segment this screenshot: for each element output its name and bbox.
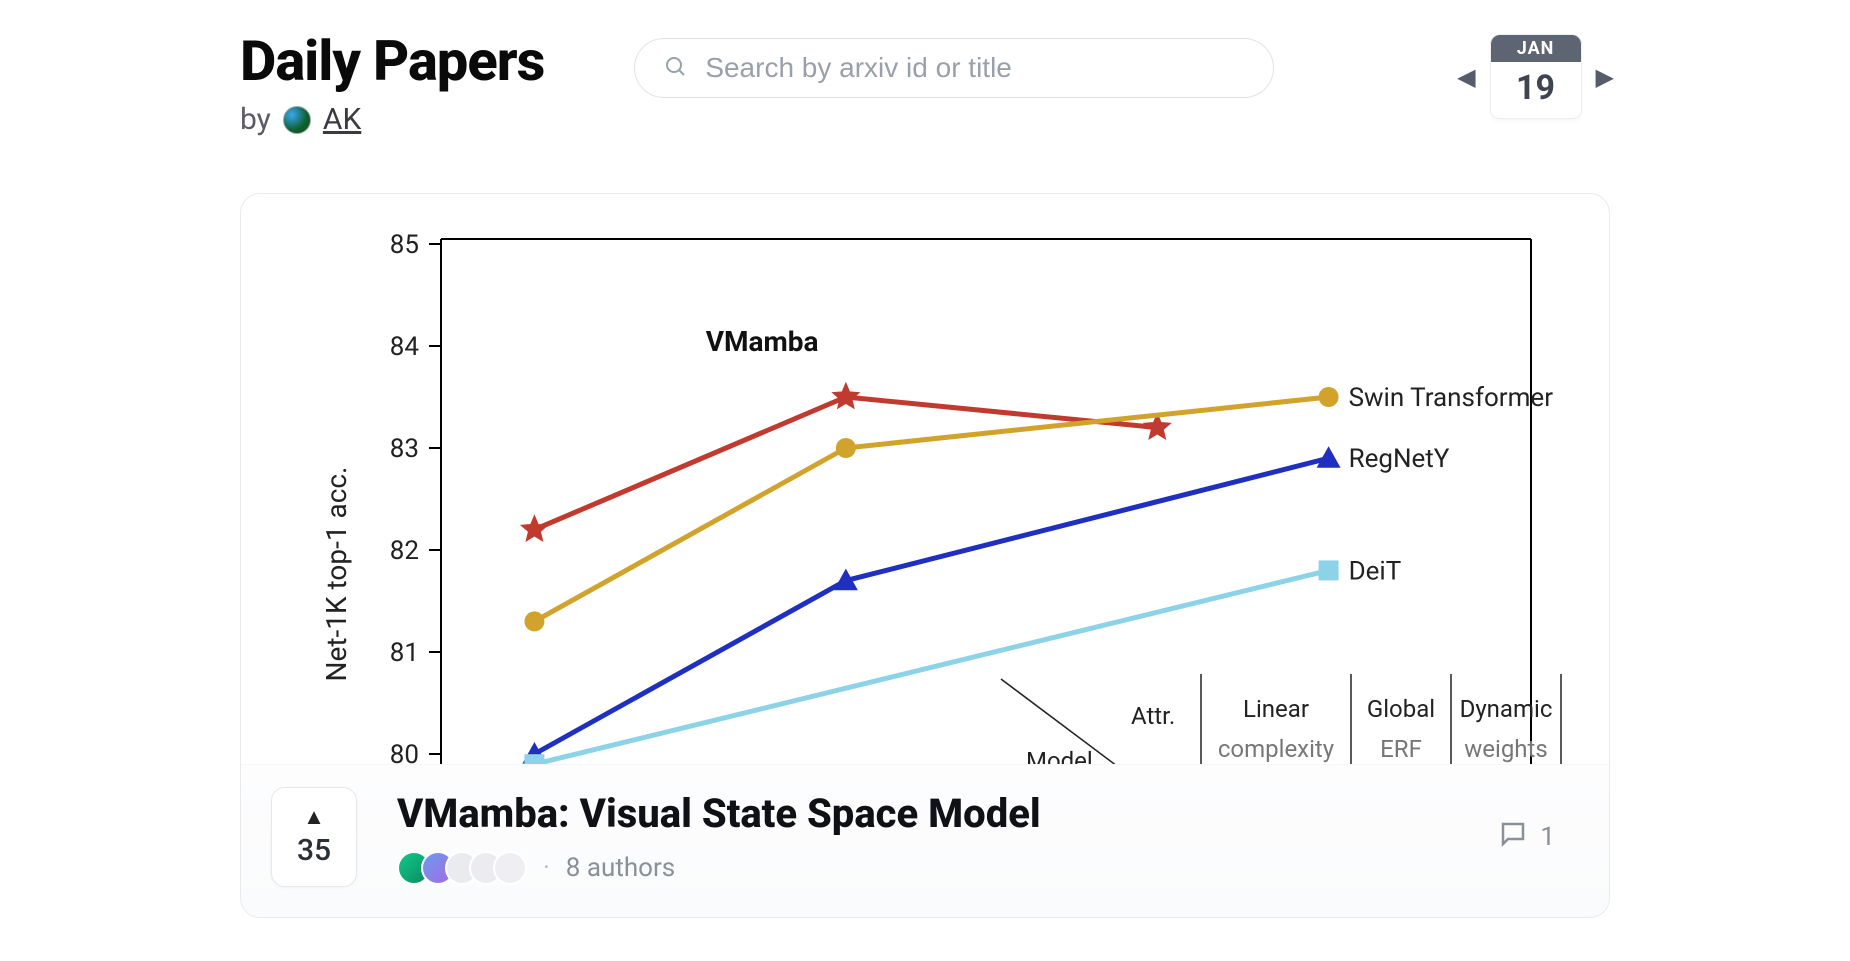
search-input[interactable] <box>705 52 1245 84</box>
search-container <box>634 38 1274 98</box>
page-title: Daily Papers <box>240 28 544 94</box>
series-label: DeiT <box>1349 556 1402 586</box>
table-header: Attr. <box>1131 702 1175 730</box>
y-tick-label: 82 <box>390 536 419 566</box>
y-tick-label: 84 <box>390 332 420 362</box>
table-header: Global <box>1367 695 1435 723</box>
search-icon <box>663 54 687 82</box>
y-tick-label: 81 <box>390 638 419 668</box>
y-tick-label: 80 <box>390 740 419 764</box>
table-header: Linear <box>1243 695 1309 723</box>
comments-button[interactable]: 1 <box>1498 819 1555 856</box>
y-axis-label: Net-1K top-1 acc. <box>320 467 353 682</box>
paper-meta: VMamba: Visual State Space Model · 8 aut… <box>397 790 1458 885</box>
separator: · <box>543 853 550 883</box>
date-pill[interactable]: JAN 19 <box>1490 34 1582 119</box>
comments-count: 1 <box>1540 822 1555 852</box>
date-day: 19 <box>1491 62 1581 118</box>
paper-footer: ▲ 35 VMamba: Visual State Space Model · … <box>241 764 1609 917</box>
authors-row: · 8 authors <box>397 851 1458 885</box>
table-header: complexity <box>1218 735 1335 763</box>
paper-figure: 80 81 82 83 84 85 Net-1K top-1 acc. Swin Transf… <box>241 194 1609 764</box>
comment-icon <box>1498 819 1528 856</box>
table-header: ERF <box>1380 735 1422 763</box>
upvote-icon: ▲ <box>303 807 325 829</box>
title-block: Daily Papers by AK <box>40 28 544 137</box>
date-prev-button[interactable]: ◀ <box>1451 53 1481 101</box>
series-label: Swin Transformer <box>1349 383 1554 413</box>
date-month: JAN <box>1491 35 1581 62</box>
page-header: Daily Papers by AK ◀ JAN 19 ▶ <box>40 0 1810 137</box>
table-header: Dynamic <box>1460 695 1553 723</box>
byline: by AK <box>240 102 544 137</box>
authors-text[interactable]: 8 authors <box>566 853 675 883</box>
series-label: RegNetY <box>1349 444 1450 474</box>
series-label: VMamba <box>706 325 819 358</box>
curator-link[interactable]: AK <box>323 102 361 137</box>
paper-card[interactable]: 80 81 82 83 84 85 Net-1K top-1 acc. Swin Transf… <box>240 193 1610 918</box>
upvote-count: 35 <box>297 833 331 868</box>
table-header: weights <box>1464 735 1548 763</box>
curator-avatar[interactable] <box>283 106 311 134</box>
table-header: Model <box>1026 747 1093 764</box>
chart-svg: 80 81 82 83 84 85 Net-1K top-1 acc. Swin Transf… <box>241 194 1609 764</box>
byline-prefix: by <box>240 102 271 137</box>
author-avatars[interactable] <box>397 851 527 885</box>
author-avatar <box>493 851 527 885</box>
paper-title[interactable]: VMamba: Visual State Space Model <box>397 790 1458 837</box>
upvote-button[interactable]: ▲ 35 <box>271 787 357 887</box>
y-tick-label: 83 <box>390 434 419 464</box>
date-next-button[interactable]: ▶ <box>1590 53 1620 101</box>
search-box[interactable] <box>634 38 1274 98</box>
date-nav: ◀ JAN 19 ▶ <box>1451 34 1810 119</box>
y-tick-label: 85 <box>390 230 419 260</box>
